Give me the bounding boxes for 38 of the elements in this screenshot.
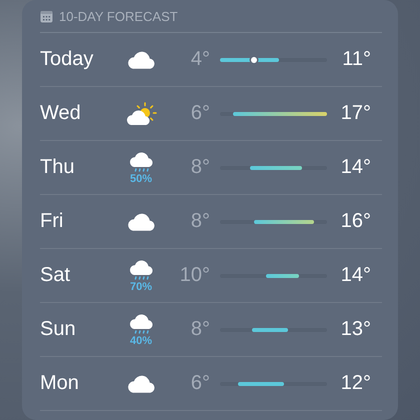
day-label: Thu (40, 156, 76, 179)
low-temperature: 6° (190, 102, 211, 125)
sun-behind-cloud-icon (125, 102, 157, 126)
low-temperature: 8° (190, 156, 211, 179)
high-temperature: 14° (340, 264, 371, 287)
cloud-icon (127, 50, 155, 70)
precipitation-chance: 40% (130, 335, 152, 347)
high-temperature: 13° (340, 318, 371, 341)
rain-cloud-icon (128, 150, 154, 174)
low-temperature: 10° (178, 264, 211, 287)
day-label: Sun (40, 318, 77, 341)
rain-cloud-icon (128, 258, 154, 282)
temperature-range-fill (250, 166, 302, 170)
low-temperature: 6° (190, 372, 211, 395)
cloud-icon (127, 374, 155, 394)
low-temperature: 8° (190, 210, 211, 233)
day-label: Sat (40, 264, 72, 287)
low-temperature: 8° (190, 318, 211, 341)
day-label: Fri (40, 210, 64, 233)
temperature-range-fill (238, 382, 284, 386)
high-temperature: 11° (341, 48, 371, 71)
low-temperature: 4° (190, 48, 211, 71)
high-temperature: 12° (340, 372, 371, 395)
day-label: Today (40, 48, 94, 71)
temperature-range-fill (254, 220, 314, 224)
high-temperature: 14° (340, 156, 371, 179)
calendar-icon (40, 10, 53, 22)
day-label: Wed (40, 102, 82, 125)
rain-cloud-icon (128, 312, 154, 336)
cloud-icon (127, 212, 155, 232)
high-temperature: 16° (340, 210, 371, 233)
precipitation-chance: 70% (130, 281, 152, 293)
temperature-range-fill (266, 274, 300, 278)
precipitation-chance: 50% (130, 173, 152, 185)
high-temperature: 17° (340, 102, 371, 125)
day-label: Mon (40, 372, 80, 395)
temperature-range-fill (252, 328, 288, 332)
section-title: 10-DAY FORECAST (59, 8, 178, 24)
